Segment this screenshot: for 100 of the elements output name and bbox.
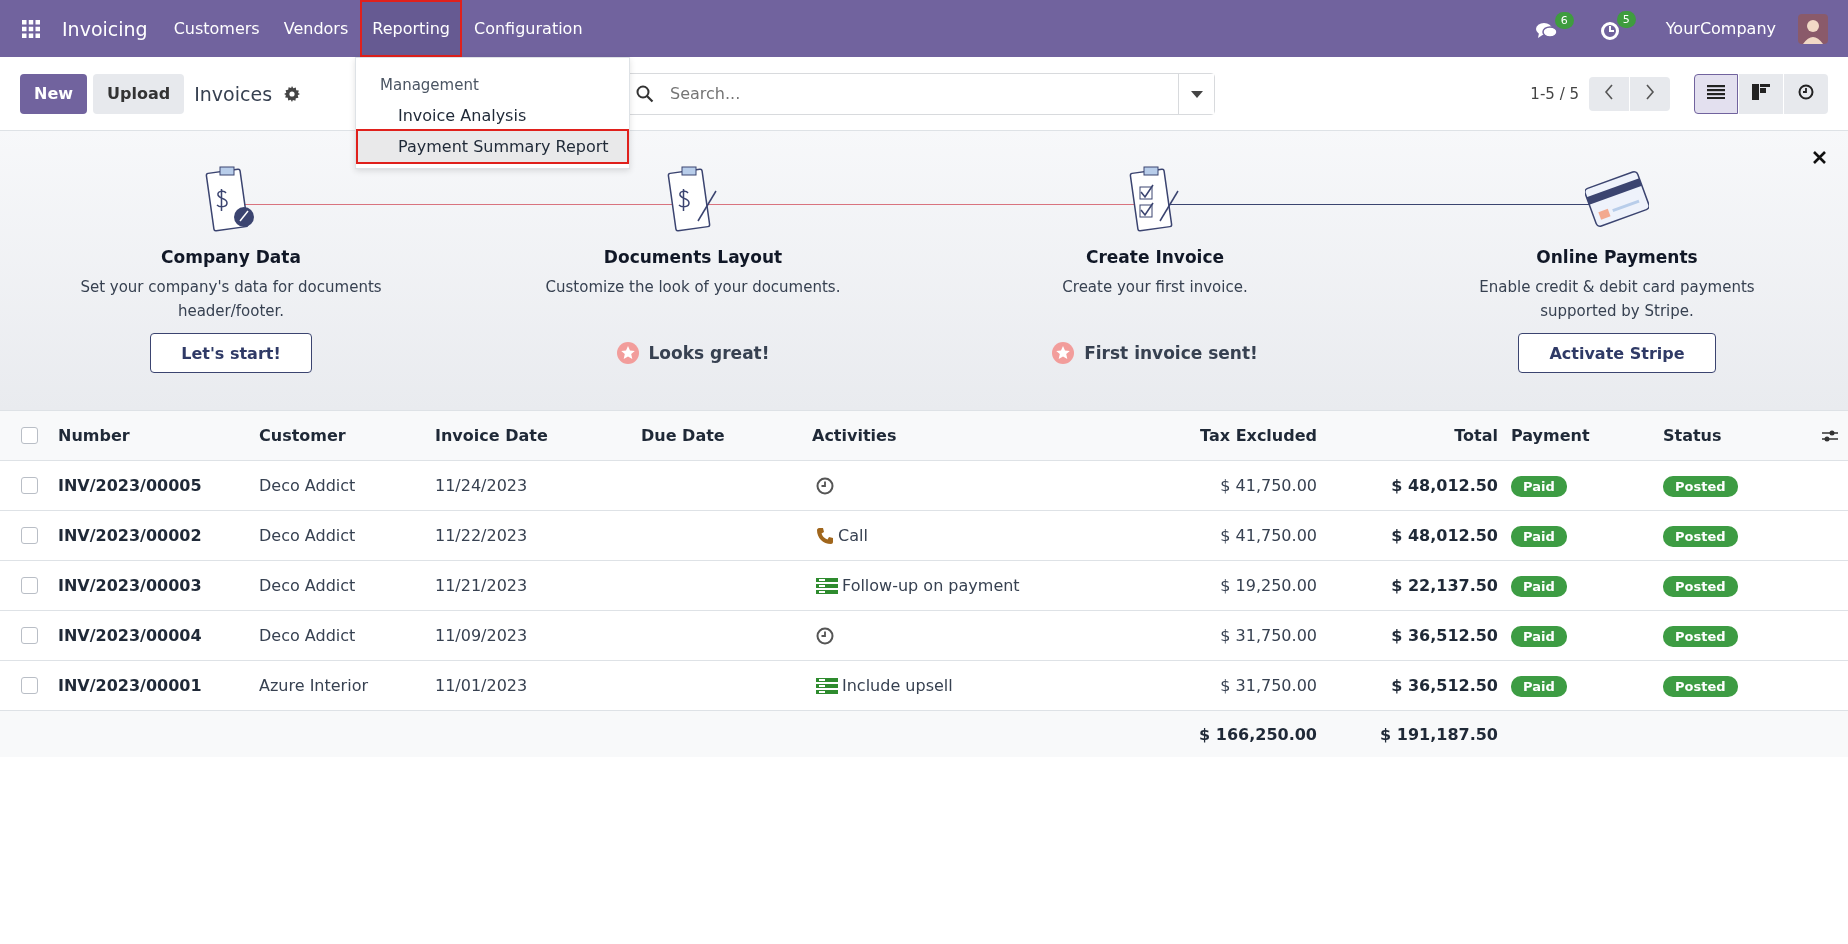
step-done-label: First invoice sent! <box>1084 343 1258 363</box>
row-checkbox[interactable] <box>20 477 38 494</box>
column-header[interactable]: Status <box>1663 426 1800 445</box>
company-name[interactable]: YourCompany <box>1665 19 1776 38</box>
filter-dropdown-button[interactable] <box>1178 73 1214 114</box>
column-header[interactable]: Total <box>1317 426 1498 445</box>
row-checkbox[interactable] <box>20 677 38 694</box>
kanban-icon <box>1752 84 1770 100</box>
app-grid-icon[interactable] <box>22 19 40 38</box>
table-cell-text: Deco Addict <box>259 476 357 495</box>
table-cell-text: $ 41,750.00 <box>1219 476 1317 495</box>
column-header[interactable]: Tax Excluded <box>1140 426 1317 445</box>
chevron-right-icon <box>1644 84 1656 100</box>
upload-button[interactable]: Upload <box>93 73 185 114</box>
select-all-checkbox[interactable] <box>20 427 38 444</box>
table-cell-text: $ 31,750.00 <box>1219 626 1317 645</box>
activity-label: Follow-up on payment <box>842 576 1020 595</box>
menu-section-header: Management <box>379 76 480 94</box>
column-header[interactable]: Invoice Date <box>435 426 641 445</box>
payment-status-badge: Paid <box>1511 676 1567 697</box>
row-checkbox[interactable] <box>20 577 38 594</box>
column-header[interactable]: Activities <box>812 426 1140 445</box>
table-cell-text: $ 31,750.00 <box>1219 676 1317 695</box>
table-cell-text: INV/2023/00004 <box>58 626 203 645</box>
table-cell-text: $ 36,512.50 <box>1390 626 1498 645</box>
sliders-icon[interactable] <box>1822 428 1838 443</box>
column-header[interactable]: Due Date <box>641 426 812 445</box>
activity-label: Call <box>838 526 868 545</box>
dropdown-menu-item[interactable]: Payment Summary Report <box>358 131 627 162</box>
count-badge: 6 <box>1554 11 1574 29</box>
step-description: Create your first invoice. <box>1061 277 1249 298</box>
count-badge: 5 <box>1616 10 1636 28</box>
settings-icon[interactable] <box>284 85 301 102</box>
table-cell-text: $ 36,512.50 <box>1390 676 1498 695</box>
dropdown-menu-item[interactable]: Invoice Analysis <box>358 100 627 131</box>
table-cell-text: INV/2023/00003 <box>58 576 203 595</box>
clock-icon[interactable] <box>816 626 834 645</box>
table-cell-text: $ 41,750.00 <box>1219 526 1317 545</box>
status-badge: Posted <box>1663 576 1738 597</box>
clock-icon[interactable] <box>816 476 834 495</box>
breadcrumb-title: Invoices <box>194 82 273 105</box>
menu-tab[interactable]: Reporting <box>360 0 462 57</box>
step-description: Set your company's data for documents header/footer. <box>79 277 383 322</box>
table-cell-text: Azure Interior <box>259 676 369 695</box>
payment-status-badge: Paid <box>1511 526 1567 547</box>
previous-page-button[interactable] <box>1589 76 1629 111</box>
table-cell-text: $ 19,250.00 <box>1219 576 1317 595</box>
list-icon[interactable] <box>816 677 838 694</box>
status-badge: Posted <box>1663 676 1738 697</box>
search-icon <box>636 84 654 103</box>
row-checkbox[interactable] <box>20 627 38 644</box>
clock-icon <box>1798 84 1814 100</box>
payment-status-badge: Paid <box>1511 476 1567 497</box>
new-button[interactable]: New <box>20 73 88 114</box>
menu-tab[interactable]: Vendors <box>271 0 361 57</box>
clipboard-icon <box>1128 163 1182 235</box>
payment-status-badge: Paid <box>1511 626 1567 647</box>
table-cell-text: INV/2023/00002 <box>58 526 203 545</box>
chevron-left-icon <box>1603 84 1615 100</box>
chat-icon <box>1535 21 1558 40</box>
avatar-icon[interactable] <box>1798 13 1828 44</box>
table-cell-text: $ 22,137.50 <box>1390 576 1498 595</box>
column-header[interactable]: Number <box>58 426 259 445</box>
step-done-label: Looks great! <box>648 343 770 363</box>
table-cell-text: 11/21/2023 <box>435 576 529 595</box>
step-description: Enable credit & debit card payments supported by Stripe. <box>1478 277 1756 322</box>
table-cell-text: 11/24/2023 <box>435 476 529 495</box>
phone-icon[interactable] <box>816 526 834 545</box>
list-icon[interactable] <box>816 577 838 594</box>
app-name[interactable]: Invoicing <box>54 0 162 57</box>
step-title: Online Payments <box>1536 247 1698 267</box>
view-switch-button[interactable] <box>1739 73 1783 114</box>
clock-icon <box>1599 20 1620 41</box>
row-checkbox[interactable] <box>20 527 38 544</box>
column-header[interactable]: Customer <box>259 426 435 445</box>
status-badge: Posted <box>1663 526 1738 547</box>
caret-icon <box>1190 91 1203 98</box>
view-switch-button[interactable] <box>1784 73 1828 114</box>
step-title: Create Invoice <box>1085 247 1225 267</box>
table-cell-text: INV/2023/00001 <box>58 676 203 695</box>
table-cell-text: INV/2023/00005 <box>58 476 203 495</box>
next-page-button[interactable] <box>1630 76 1670 111</box>
column-header[interactable]: Payment <box>1498 426 1663 445</box>
step-action-button[interactable]: Let's start! <box>150 333 312 373</box>
activity-label: Include upsell <box>842 676 953 695</box>
total-cell-text: $ 191,187.50 <box>1379 724 1498 744</box>
step-action-button[interactable]: Activate Stripe <box>1518 333 1716 373</box>
menu-tab[interactable]: Configuration <box>462 0 595 57</box>
step-description: Customize the look of your documents. <box>544 277 842 298</box>
status-badge: Posted <box>1663 476 1738 497</box>
close-icon <box>1813 151 1826 164</box>
table-cell-text: 11/09/2023 <box>435 626 529 645</box>
table-cell-text: Deco Addict <box>259 626 357 645</box>
step-title: Documents Layout <box>603 247 783 267</box>
pager-value: 1-5 / 5 <box>1530 84 1579 103</box>
step-title: Company Data <box>161 247 301 267</box>
menu-tab[interactable]: Customers <box>161 0 272 57</box>
clipboard-icon <box>666 163 720 235</box>
total-cell-text: $ 166,250.00 <box>1198 724 1317 744</box>
view-switch-button[interactable] <box>1694 73 1738 114</box>
